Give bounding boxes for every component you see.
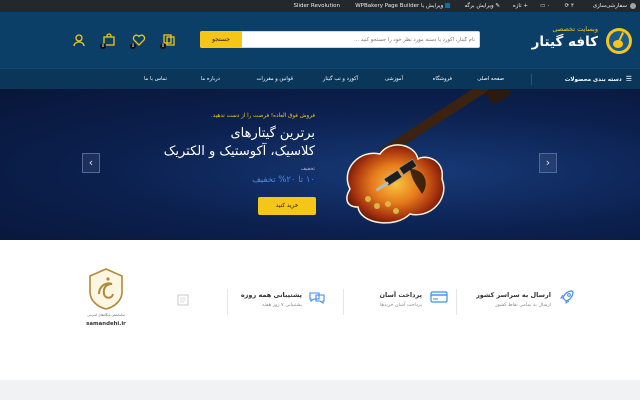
hero-title-line2: کلاسیک، آکوستیک و الکتریک [163,144,315,159]
wishlist-button[interactable]: 0 [130,31,148,49]
cart-button[interactable]: 0 [100,31,118,49]
nav-item-about[interactable]: درباره ما [201,69,220,89]
guitar-logo-icon [606,28,632,54]
hero-slider: ‹ › فروش فوق العاده! فرصت را از دست ندهی [0,89,640,240]
admin-new[interactable]: + تازه [513,0,528,12]
feature-divider [456,289,457,315]
feature-shipping-subtitle: ارسال به تمامی نقاط کشور [495,303,551,308]
feature-payment-title: پرداخت آسان [379,291,423,299]
trust-badge-placeholder[interactable] [172,290,194,310]
feature-support: پشتیبانی همه روزه پشتیبانی ۷ روز هفته [230,289,326,329]
footer-strip [0,380,640,400]
plus-icon: + [523,3,528,9]
feature-shipping-title: ارسال به سراسر کشور [476,291,551,299]
pencil-icon: ✎ [495,3,500,9]
image-placeholder-icon [177,294,189,306]
admin-slider-revolution[interactable]: Slider Revolution [293,0,340,12]
samandehi-logo-icon [89,268,123,310]
hero-title-line1: برترین گیتارهای [230,126,316,141]
search-button[interactable]: جستجو [200,31,242,48]
slider-next-button[interactable]: ‹ [82,153,100,173]
main-nav: دسته بندی محصولات ☰ صفحه اصلی فروشگاه آم… [0,68,640,89]
admin-updates[interactable]: ۴ ⟳ [565,0,574,12]
chat-icon [309,292,325,305]
hero-discount-label: تخفیف [300,166,315,172]
comment-icon: ▭ [540,3,546,9]
credit-card-icon [430,291,448,303]
samandehi-small-text: ساماندهی پایگاه‌های اینترنتی [87,313,125,317]
site-brand: کافه گیتار [531,34,598,50]
feature-payment: پرداخت آسان پرداخت آسان خریدها [340,289,448,329]
compare-count: 0 [160,43,166,49]
refresh-icon: ⟳ [564,3,570,9]
feature-support-subtitle: پشتیبانی ۷ روز هفته [262,303,302,308]
user-icon [73,34,85,47]
cart-count: 0 [100,43,106,49]
search-bar: جستجو [200,31,480,48]
samandehi-badge[interactable]: ساماندهی پایگاه‌های اینترنتی samandehi.i… [78,266,134,332]
hero-promo-text: فروش فوق العاده! فرصت را از دست ندهید. [211,113,315,119]
feature-shipping: ارسال به سراسر کشور ارسال به تمامی نقاط … [445,289,575,329]
nav-item-contact[interactable]: تماس با ما [144,69,167,89]
hero-discount-text: ۱۰ تا ۲۰% تخفیف [252,175,315,185]
site-header: وبسایت تخصصی کافه گیتار جستجو 0 0 0 [0,12,640,68]
wishlist-count: 0 [130,43,136,49]
nav-item-home[interactable]: صفحه اصلی [477,69,504,89]
admin-edit-page[interactable]: ✎ ویرایش برگه [464,0,500,12]
site-logo[interactable]: وبسایت تخصصی کافه گیتار [516,24,634,58]
wp-logo-icon [630,2,636,9]
shop-now-button[interactable]: خرید کنید [258,197,316,215]
admin-bar: سفارشی‌سازی ۴ ⟳ ۰ ▭ + تازه ✎ ویرایش برگه… [0,0,640,12]
hamburger-icon: ☰ [625,75,632,83]
admin-comments[interactable]: ۰ ▭ [540,0,550,12]
wpbakery-icon [445,3,450,8]
nav-item-chords[interactable]: آکورد و تب گیتار [323,69,358,89]
feature-divider [227,289,228,315]
samandehi-caption: samandehi.ir [86,321,126,327]
feature-divider [343,289,344,315]
admin-customize-link[interactable]: سفارشی‌سازی [593,0,636,12]
admin-wpbakery[interactable]: ویرایش با WPBakery Page Builder [355,0,450,12]
nav-item-education[interactable]: آموزشی [385,69,403,89]
rocket-icon [560,290,574,304]
nav-item-rules[interactable]: قوانین و مقررات [257,69,293,89]
site-tagline: وبسایت تخصصی [552,25,598,33]
feature-support-title: پشتیبانی همه روزه [240,291,302,299]
feature-payment-subtitle: پرداخت آسان خریدها [380,303,422,308]
categories-menu-button[interactable]: دسته بندی محصولات ☰ [565,69,632,90]
nav-item-shop[interactable]: فروشگاه [433,69,452,89]
account-button[interactable] [70,31,88,49]
compare-button[interactable]: 0 [160,31,178,49]
nav-divider [531,74,532,85]
search-input[interactable] [241,32,479,47]
electric-guitar-image [346,89,511,224]
